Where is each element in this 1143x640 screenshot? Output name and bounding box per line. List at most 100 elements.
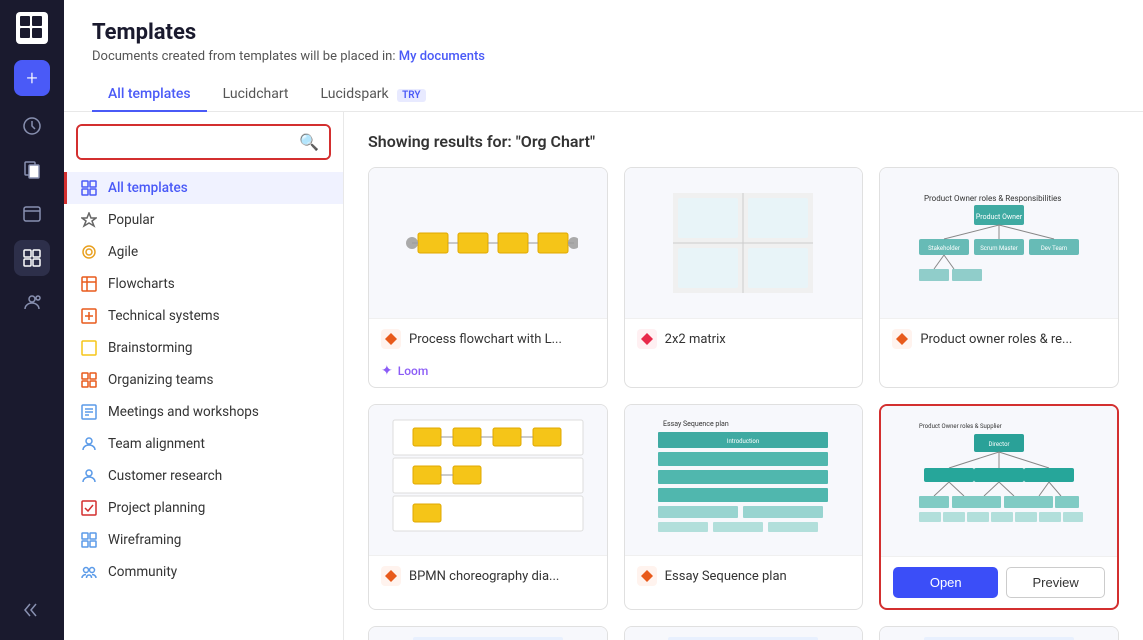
wireframing-icon	[80, 531, 98, 549]
loom-star-icon: ✦	[381, 363, 393, 379]
nav-rail: +	[0, 0, 64, 640]
search-container: Org Chart 🔍	[76, 124, 331, 160]
sidebar-item-team-alignment[interactable]: Team alignment	[64, 428, 343, 460]
sidebar-item-agile[interactable]: Agile	[64, 236, 343, 268]
sidebar-item-all-templates[interactable]: All templates	[64, 172, 343, 204]
card-footer-process-flowchart: Process flowchart with L...	[369, 318, 607, 359]
lucidchart-icon-5	[637, 566, 657, 586]
nav-docs-icon[interactable]	[14, 152, 50, 188]
sidebar-label-organizing-teams: Organizing teams	[108, 372, 214, 388]
meetings-icon	[80, 403, 98, 421]
open-button[interactable]: Open	[893, 567, 998, 598]
svg-text:Dev Team: Dev Team	[1041, 245, 1067, 252]
card-footer-2x2: 2x2 matrix	[625, 318, 863, 359]
lucidchart-icon-3	[892, 329, 912, 349]
sidebar-item-organizing-teams[interactable]: Organizing teams	[64, 364, 343, 396]
svg-text:Product Owner roles & Responsi: Product Owner roles & Responsibilities	[924, 194, 1061, 203]
sidebar: Org Chart 🔍 All templates	[64, 112, 344, 640]
svg-text:Director: Director	[989, 441, 1010, 448]
card-title-5: Essay Sequence plan	[665, 569, 787, 584]
project-planning-icon	[80, 499, 98, 517]
sidebar-label-wireframing: Wireframing	[108, 532, 181, 548]
card-preview-2x2-matrix	[625, 168, 863, 318]
sidebar-label-all-templates: All templates	[108, 180, 188, 196]
app-logo	[16, 12, 48, 44]
organizing-teams-icon	[80, 371, 98, 389]
search-input[interactable]: Org Chart	[78, 126, 329, 158]
lucidspark-badge: TRY	[397, 89, 425, 102]
sidebar-item-technical[interactable]: Technical systems	[64, 300, 343, 332]
template-card-partial-3[interactable]	[879, 626, 1119, 640]
template-card-product-hierarchy[interactable]: Product Owner roles & Supplier Director	[879, 404, 1119, 610]
add-button[interactable]: +	[14, 60, 50, 96]
card-title-4: BPMN choreography dia...	[409, 569, 559, 584]
sidebar-item-popular[interactable]: Popular	[64, 204, 343, 236]
sidebar-label-brainstorming: Brainstorming	[108, 340, 193, 356]
card-preview-bpmn	[369, 405, 607, 555]
template-card-bpmn[interactable]: BPMN choreography dia...	[368, 404, 608, 610]
card-preview-partial-2: Flow chart wo...	[625, 627, 863, 640]
svg-text:Product Owner: Product Owner	[976, 213, 1023, 221]
sidebar-item-customer-research[interactable]: Customer research	[64, 460, 343, 492]
sidebar-label-meetings: Meetings and workshops	[108, 404, 259, 420]
tab-all-templates[interactable]: All templates	[92, 78, 207, 112]
card-footer-product-owner: Product owner roles & re...	[880, 318, 1118, 359]
card-title-3: Product owner roles & re...	[920, 332, 1072, 347]
all-templates-icon	[80, 179, 98, 197]
card-preview-product-owner: Product Owner roles & Responsibilities P…	[880, 168, 1118, 318]
card-preview-partial-1	[369, 627, 607, 640]
flowcharts-icon	[80, 275, 98, 293]
loom-badge: ✦ Loom	[381, 363, 595, 379]
sidebar-label-flowcharts: Flowcharts	[108, 276, 175, 292]
tabs-container: All templates Lucidchart Lucidspark TRY	[92, 78, 1115, 111]
card-footer-essay-sequence: Essay Sequence plan	[625, 555, 863, 596]
nav-templates-icon[interactable]	[14, 240, 50, 276]
customer-research-icon	[80, 467, 98, 485]
template-card-process-flowchart[interactable]: Process flowchart with L... ✦ Loom	[368, 167, 608, 388]
svg-text:Introduction: Introduction	[727, 438, 759, 445]
card-actions: Open Preview	[881, 556, 1117, 608]
page-title: Templates	[92, 20, 1115, 45]
lucidchart-icon-1	[381, 329, 401, 349]
svg-text:Essay Sequence plan: Essay Sequence plan	[663, 420, 729, 428]
sidebar-item-meetings[interactable]: Meetings and workshops	[64, 396, 343, 428]
tab-lucidchart[interactable]: Lucidchart	[207, 78, 305, 112]
templates-grid: Process flowchart with L... ✦ Loom	[368, 167, 1119, 610]
card-title-2: 2x2 matrix	[665, 332, 726, 347]
sidebar-item-brainstorming[interactable]: Brainstorming	[64, 332, 343, 364]
sidebar-label-team-alignment: Team alignment	[108, 436, 205, 452]
sidebar-item-flowcharts[interactable]: Flowcharts	[64, 268, 343, 300]
templates-grid-row2: Flow chart wo...	[368, 626, 1119, 640]
preview-button[interactable]: Preview	[1006, 567, 1105, 598]
nav-recent-icon[interactable]	[14, 108, 50, 144]
svg-text:Product Owner roles & Supplier: Product Owner roles & Supplier	[919, 423, 1002, 430]
template-card-partial-1[interactable]	[368, 626, 608, 640]
sidebar-label-customer-research: Customer research	[108, 468, 222, 484]
nav-collapse-icon[interactable]	[14, 592, 50, 628]
sidebar-label-technical: Technical systems	[108, 308, 220, 324]
nav-people-icon[interactable]	[14, 284, 50, 320]
template-card-product-owner[interactable]: Product Owner roles & Responsibilities P…	[879, 167, 1119, 388]
content-area: Org Chart 🔍 All templates	[64, 112, 1143, 640]
community-icon	[80, 563, 98, 581]
team-alignment-icon	[80, 435, 98, 453]
sidebar-label-popular: Popular	[108, 212, 154, 228]
sidebar-label-community: Community	[108, 564, 177, 580]
sidebar-label-project-planning: Project planning	[108, 500, 205, 516]
header-subtitle: Documents created from templates will be…	[92, 49, 1115, 64]
template-card-partial-2[interactable]: Flow chart wo...	[624, 626, 864, 640]
sidebar-item-project-planning[interactable]: Project planning	[64, 492, 343, 524]
tab-lucidspark[interactable]: Lucidspark TRY	[305, 78, 442, 112]
popular-icon	[80, 211, 98, 229]
nav-shared-icon[interactable]	[14, 196, 50, 232]
card-footer-bpmn: BPMN choreography dia...	[369, 555, 607, 596]
lucidchart-icon-2	[637, 329, 657, 349]
template-card-essay-sequence[interactable]: Essay Sequence plan Introduction	[624, 404, 864, 610]
sidebar-item-community[interactable]: Community	[64, 556, 343, 588]
main-area: Templates Documents created from templat…	[64, 0, 1143, 640]
svg-text:Scrum Master: Scrum Master	[980, 245, 1018, 252]
my-documents-link[interactable]: My documents	[399, 49, 485, 64]
templates-area: Showing results for: "Org Chart"	[344, 112, 1143, 640]
sidebar-item-wireframing[interactable]: Wireframing	[64, 524, 343, 556]
template-card-2x2-matrix[interactable]: 2x2 matrix	[624, 167, 864, 388]
